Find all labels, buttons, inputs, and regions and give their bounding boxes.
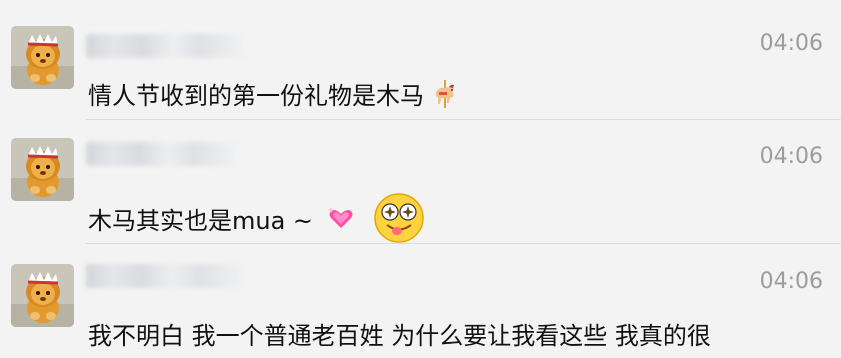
- message-text-content: 情人节收到的第一份礼物是木马: [88, 82, 424, 110]
- avatar[interactable]: [11, 26, 74, 89]
- lion-plush-avatar-image: [11, 26, 74, 89]
- message-timestamp: 04:06: [759, 269, 823, 294]
- message-text-content: 木马其实也是mua ~: [88, 206, 314, 235]
- message-text: 木马其实也是mua ~: [88, 192, 425, 244]
- sender-name-redacted: [86, 34, 244, 58]
- carousel-horse-emoji: [430, 79, 460, 109]
- message-text: 情人节收到的第一份礼物是木马: [88, 76, 460, 111]
- sender-name-redacted: [86, 142, 236, 166]
- chat-message: 04:06 我不明白 我一个普通老百姓 为什么要让我看这些 我真的很: [0, 244, 841, 358]
- lion-plush-avatar-image: [11, 138, 74, 201]
- message-timestamp: 04:06: [759, 144, 823, 169]
- avatar[interactable]: [11, 264, 74, 327]
- message-timestamp: 04:06: [759, 31, 823, 56]
- sender-name-redacted: [86, 264, 242, 288]
- chat-message: 04:06 木马其实也是mua ~: [0, 120, 841, 244]
- message-text: 我不明白 我一个普通老百姓 为什么要让我看这些 我真的很: [88, 316, 711, 351]
- message-text-content: 我不明白 我一个普通老百姓 为什么要让我看这些 我真的很: [88, 322, 711, 350]
- starry-eyed-tongue-face-emoji: [373, 192, 425, 244]
- chat-message: 04:06 情人节收到的第一份礼物是木马: [0, 0, 841, 120]
- lion-plush-avatar-image: [11, 264, 74, 327]
- sparkling-heart-emoji: [327, 204, 355, 232]
- avatar[interactable]: [11, 138, 74, 201]
